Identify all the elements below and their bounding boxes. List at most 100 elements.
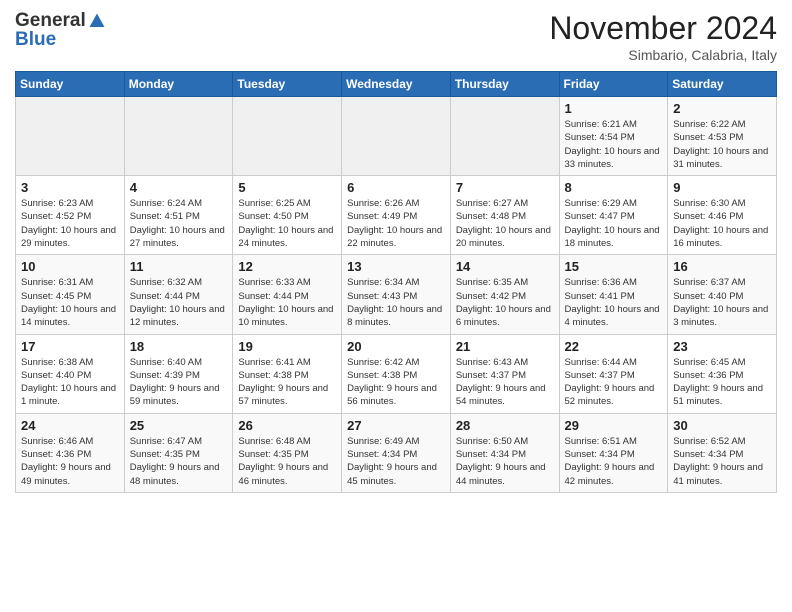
day-number: 23 [673, 339, 771, 354]
day-info: Sunrise: 6:29 AM Sunset: 4:47 PM Dayligh… [565, 197, 663, 250]
day-number: 11 [130, 259, 228, 274]
day-info: Sunrise: 6:51 AM Sunset: 4:34 PM Dayligh… [565, 435, 663, 488]
day-number: 29 [565, 418, 663, 433]
calendar-cell: 16 Sunrise: 6:37 AM Sunset: 4:40 PM Dayli… [668, 255, 777, 334]
day-number: 3 [21, 180, 119, 195]
day-number: 18 [130, 339, 228, 354]
day-number: 19 [238, 339, 336, 354]
day-info: Sunrise: 6:35 AM Sunset: 4:42 PM Dayligh… [456, 276, 554, 329]
logo: General Blue [15, 10, 106, 51]
calendar-cell: 18 Sunrise: 6:40 AM Sunset: 4:39 PM Dayli… [124, 334, 233, 413]
day-number: 28 [456, 418, 554, 433]
logo-icon [88, 12, 106, 30]
title-area: November 2024 Simbario, Calabria, Italy [549, 10, 777, 63]
col-monday: Monday [124, 72, 233, 97]
day-info: Sunrise: 6:22 AM Sunset: 4:53 PM Dayligh… [673, 118, 771, 171]
day-number: 4 [130, 180, 228, 195]
day-info: Sunrise: 6:37 AM Sunset: 4:40 PM Dayligh… [673, 276, 771, 329]
day-number: 17 [21, 339, 119, 354]
day-number: 2 [673, 101, 771, 116]
calendar-cell [233, 97, 342, 176]
day-info: Sunrise: 6:40 AM Sunset: 4:39 PM Dayligh… [130, 356, 228, 409]
calendar-cell: 2 Sunrise: 6:22 AM Sunset: 4:53 PM Daylig… [668, 97, 777, 176]
day-number: 5 [238, 180, 336, 195]
calendar-cell: 15Sunrise: 6:36 AM Sunset: 4:41 PM Dayli… [559, 255, 668, 334]
day-number: 16 [673, 259, 771, 274]
calendar-cell: 17Sunrise: 6:38 AM Sunset: 4:40 PM Dayli… [16, 334, 125, 413]
day-info: Sunrise: 6:45 AM Sunset: 4:36 PM Dayligh… [673, 356, 771, 409]
day-info: Sunrise: 6:24 AM Sunset: 4:51 PM Dayligh… [130, 197, 228, 250]
day-info: Sunrise: 6:46 AM Sunset: 4:36 PM Dayligh… [21, 435, 119, 488]
day-number: 20 [347, 339, 445, 354]
day-number: 10 [21, 259, 119, 274]
page: General Blue November 2024 Simbario, Cal… [0, 0, 792, 503]
calendar-cell: 25Sunrise: 6:47 AM Sunset: 4:35 PM Dayli… [124, 413, 233, 492]
col-saturday: Saturday [668, 72, 777, 97]
day-info: Sunrise: 6:26 AM Sunset: 4:49 PM Dayligh… [347, 197, 445, 250]
header-row: Sunday Monday Tuesday Wednesday Thursday… [16, 72, 777, 97]
calendar-week-4: 24Sunrise: 6:46 AM Sunset: 4:36 PM Dayli… [16, 413, 777, 492]
day-number: 27 [347, 418, 445, 433]
calendar-cell [450, 97, 559, 176]
col-thursday: Thursday [450, 72, 559, 97]
day-number: 12 [238, 259, 336, 274]
day-number: 14 [456, 259, 554, 274]
calendar-cell [342, 97, 451, 176]
day-info: Sunrise: 6:21 AM Sunset: 4:54 PM Dayligh… [565, 118, 663, 171]
calendar-cell: 14 Sunrise: 6:35 AM Sunset: 4:42 PM Dayli… [450, 255, 559, 334]
day-number: 30 [673, 418, 771, 433]
calendar-cell: 27 Sunrise: 6:49 AM Sunset: 4:34 PM Dayli… [342, 413, 451, 492]
calendar-cell: 26 Sunrise: 6:48 AM Sunset: 4:35 PM Dayli… [233, 413, 342, 492]
day-number: 13 [347, 259, 445, 274]
calendar-cell: 22 Sunrise: 6:44 AM Sunset: 4:37 PM Dayli… [559, 334, 668, 413]
calendar-cell: 10Sunrise: 6:31 AM Sunset: 4:45 PM Dayli… [16, 255, 125, 334]
day-info: Sunrise: 6:32 AM Sunset: 4:44 PM Dayligh… [130, 276, 228, 329]
calendar-cell: 9 Sunrise: 6:30 AM Sunset: 4:46 PM Daylig… [668, 176, 777, 255]
logo-text-blue: Blue [15, 29, 56, 50]
calendar-cell: 12 Sunrise: 6:33 AM Sunset: 4:44 PM Dayli… [233, 255, 342, 334]
day-info: Sunrise: 6:33 AM Sunset: 4:44 PM Dayligh… [238, 276, 336, 329]
calendar-cell [124, 97, 233, 176]
calendar-week-2: 10Sunrise: 6:31 AM Sunset: 4:45 PM Dayli… [16, 255, 777, 334]
day-info: Sunrise: 6:44 AM Sunset: 4:37 PM Dayligh… [565, 356, 663, 409]
day-number: 9 [673, 180, 771, 195]
location: Simbario, Calabria, Italy [549, 47, 777, 63]
day-info: Sunrise: 6:25 AM Sunset: 4:50 PM Dayligh… [238, 197, 336, 250]
day-info: Sunrise: 6:50 AM Sunset: 4:34 PM Dayligh… [456, 435, 554, 488]
day-number: 8 [565, 180, 663, 195]
calendar-cell: 21Sunrise: 6:43 AM Sunset: 4:37 PM Dayli… [450, 334, 559, 413]
day-number: 26 [238, 418, 336, 433]
calendar-cell: 30Sunrise: 6:52 AM Sunset: 4:34 PM Dayli… [668, 413, 777, 492]
col-friday: Friday [559, 72, 668, 97]
calendar-cell: 1Sunrise: 6:21 AM Sunset: 4:54 PM Daylig… [559, 97, 668, 176]
day-number: 6 [347, 180, 445, 195]
calendar-cell: 5 Sunrise: 6:25 AM Sunset: 4:50 PM Daylig… [233, 176, 342, 255]
day-number: 25 [130, 418, 228, 433]
header: General Blue November 2024 Simbario, Cal… [15, 10, 777, 63]
day-info: Sunrise: 6:30 AM Sunset: 4:46 PM Dayligh… [673, 197, 771, 250]
calendar-cell: 19Sunrise: 6:41 AM Sunset: 4:38 PM Dayli… [233, 334, 342, 413]
day-info: Sunrise: 6:49 AM Sunset: 4:34 PM Dayligh… [347, 435, 445, 488]
calendar-week-0: 1Sunrise: 6:21 AM Sunset: 4:54 PM Daylig… [16, 97, 777, 176]
day-number: 7 [456, 180, 554, 195]
calendar-cell [16, 97, 125, 176]
day-info: Sunrise: 6:48 AM Sunset: 4:35 PM Dayligh… [238, 435, 336, 488]
calendar-cell: 24Sunrise: 6:46 AM Sunset: 4:36 PM Dayli… [16, 413, 125, 492]
day-info: Sunrise: 6:43 AM Sunset: 4:37 PM Dayligh… [456, 356, 554, 409]
day-info: Sunrise: 6:27 AM Sunset: 4:48 PM Dayligh… [456, 197, 554, 250]
calendar-cell: 29 Sunrise: 6:51 AM Sunset: 4:34 PM Dayli… [559, 413, 668, 492]
calendar-cell: 7 Sunrise: 6:27 AM Sunset: 4:48 PM Daylig… [450, 176, 559, 255]
day-info: Sunrise: 6:34 AM Sunset: 4:43 PM Dayligh… [347, 276, 445, 329]
calendar-cell: 3Sunrise: 6:23 AM Sunset: 4:52 PM Daylig… [16, 176, 125, 255]
calendar-cell: 20Sunrise: 6:42 AM Sunset: 4:38 PM Dayli… [342, 334, 451, 413]
day-number: 22 [565, 339, 663, 354]
day-info: Sunrise: 6:36 AM Sunset: 4:41 PM Dayligh… [565, 276, 663, 329]
calendar-cell: 13 Sunrise: 6:34 AM Sunset: 4:43 PM Dayli… [342, 255, 451, 334]
calendar-cell: 8 Sunrise: 6:29 AM Sunset: 4:47 PM Daylig… [559, 176, 668, 255]
col-sunday: Sunday [16, 72, 125, 97]
calendar-week-1: 3Sunrise: 6:23 AM Sunset: 4:52 PM Daylig… [16, 176, 777, 255]
col-wednesday: Wednesday [342, 72, 451, 97]
calendar-cell: 11 Sunrise: 6:32 AM Sunset: 4:44 PM Dayli… [124, 255, 233, 334]
calendar-cell: 4 Sunrise: 6:24 AM Sunset: 4:51 PM Daylig… [124, 176, 233, 255]
calendar-cell: 28 Sunrise: 6:50 AM Sunset: 4:34 PM Dayli… [450, 413, 559, 492]
